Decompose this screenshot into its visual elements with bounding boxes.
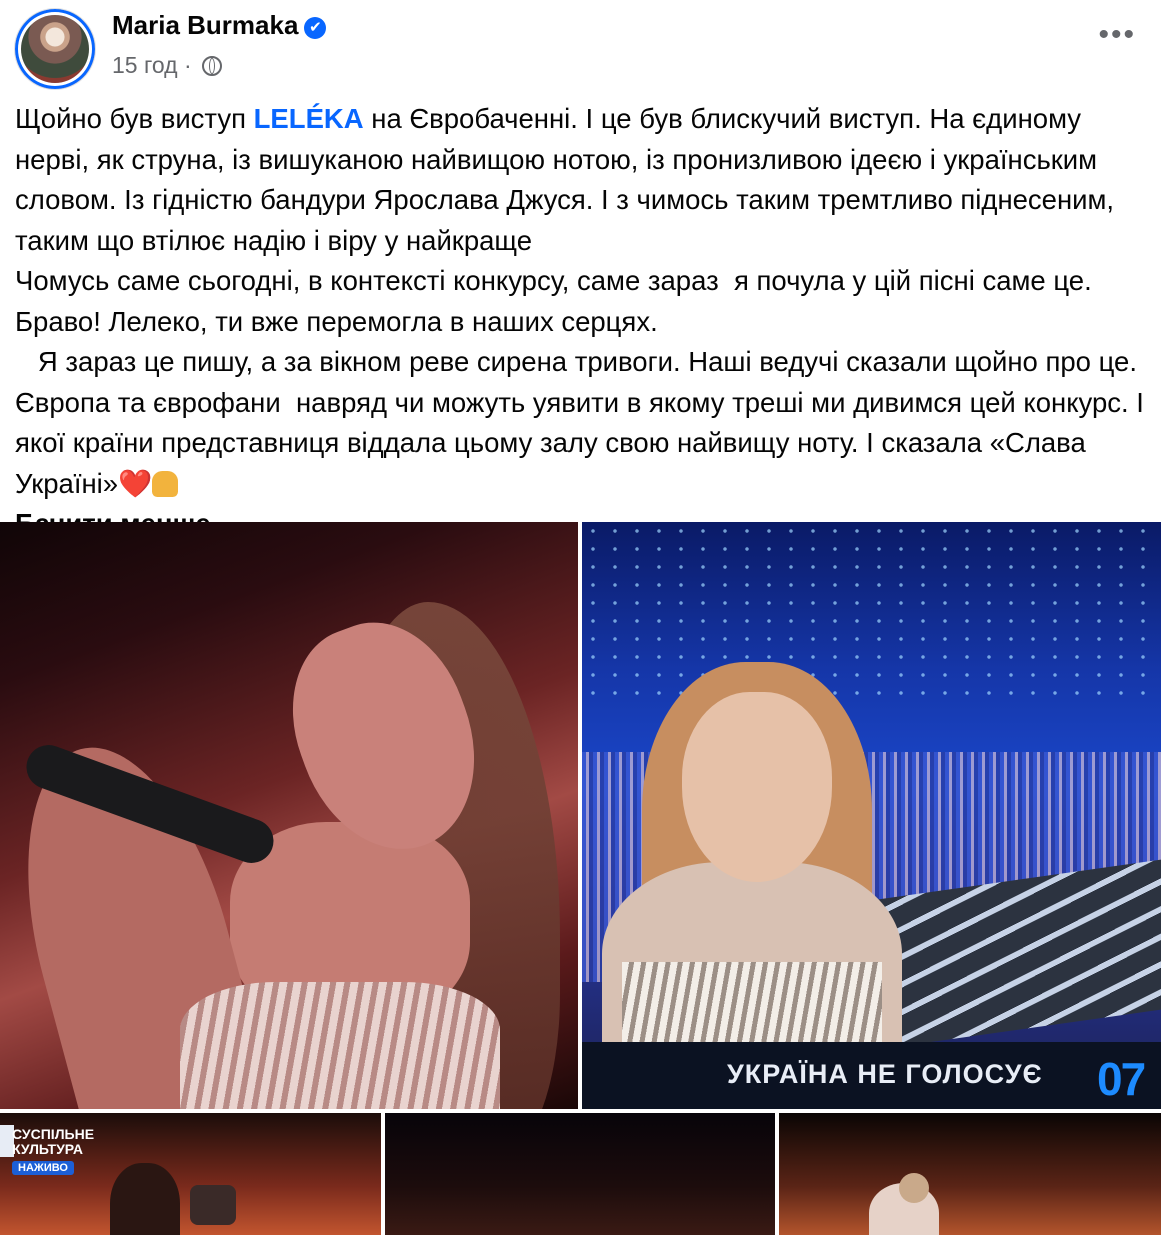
- photo-1-singer-with-microphone[interactable]: [0, 522, 578, 1109]
- stage-lights: [582, 522, 1161, 702]
- more-options-button[interactable]: •••: [1098, 20, 1136, 50]
- meta-separator: ·: [183, 52, 192, 78]
- verified-badge-icon: ✔: [304, 17, 327, 39]
- author-avatar[interactable]: [14, 8, 96, 90]
- photo-2-singer-on-stage[interactable]: УКРАЇНА НЕ ГОЛОСУЄ 07: [582, 522, 1161, 1109]
- photo-4-dark-stage[interactable]: [385, 1113, 775, 1235]
- photo-5-stage[interactable]: [779, 1113, 1161, 1235]
- broadcaster-logo-line2: КУЛЬТУРА: [12, 1141, 84, 1157]
- tv-caption-number: 07: [1097, 1053, 1146, 1105]
- broadcaster-logo-line1: СУСПІЛЬНЕ: [12, 1126, 95, 1142]
- photo-performer-head: [899, 1173, 929, 1203]
- praying-hands-icon: [152, 470, 179, 497]
- post-text: Щойно був виступ LELÉKA на Євробаченні. …: [15, 99, 1150, 545]
- post-paragraph-2: Чомусь саме сьогодні, в контексті конкур…: [15, 265, 1108, 337]
- post-paragraph-1: Щойно був виступ LELÉKA на Євробаченні. …: [15, 103, 1122, 256]
- tv-caption-text: УКРАЇНА НЕ ГОЛОСУЄ: [727, 1059, 1043, 1089]
- mention-link[interactable]: LELÉKA: [254, 103, 364, 134]
- ukraine-flag-icon: [178, 474, 210, 496]
- photo-face: [682, 692, 832, 882]
- post-meta: 15 год ·: [112, 52, 223, 79]
- photo-3-broadcast[interactable]: СУСПІЛЬНЕ КУЛЬТУРА НАЖИВО: [0, 1113, 381, 1235]
- author-name-row: Maria Burmaka ✔: [112, 10, 327, 41]
- globe-icon: [202, 56, 223, 76]
- photo-dress: [180, 982, 500, 1109]
- post-timestamp[interactable]: 15 год: [112, 52, 178, 78]
- heart-emoji: ❤️: [118, 467, 153, 499]
- author-name[interactable]: Maria Burmaka: [112, 10, 298, 40]
- live-badge: НАЖИВО: [12, 1161, 74, 1175]
- photo-performer: [110, 1163, 180, 1235]
- post-header: Maria Burmaka ✔ 15 год · •••: [14, 8, 1154, 90]
- post-paragraph-3: Я зараз це пишу, а за вікном реве сирена…: [15, 346, 1152, 499]
- photo-instrument: [190, 1185, 236, 1225]
